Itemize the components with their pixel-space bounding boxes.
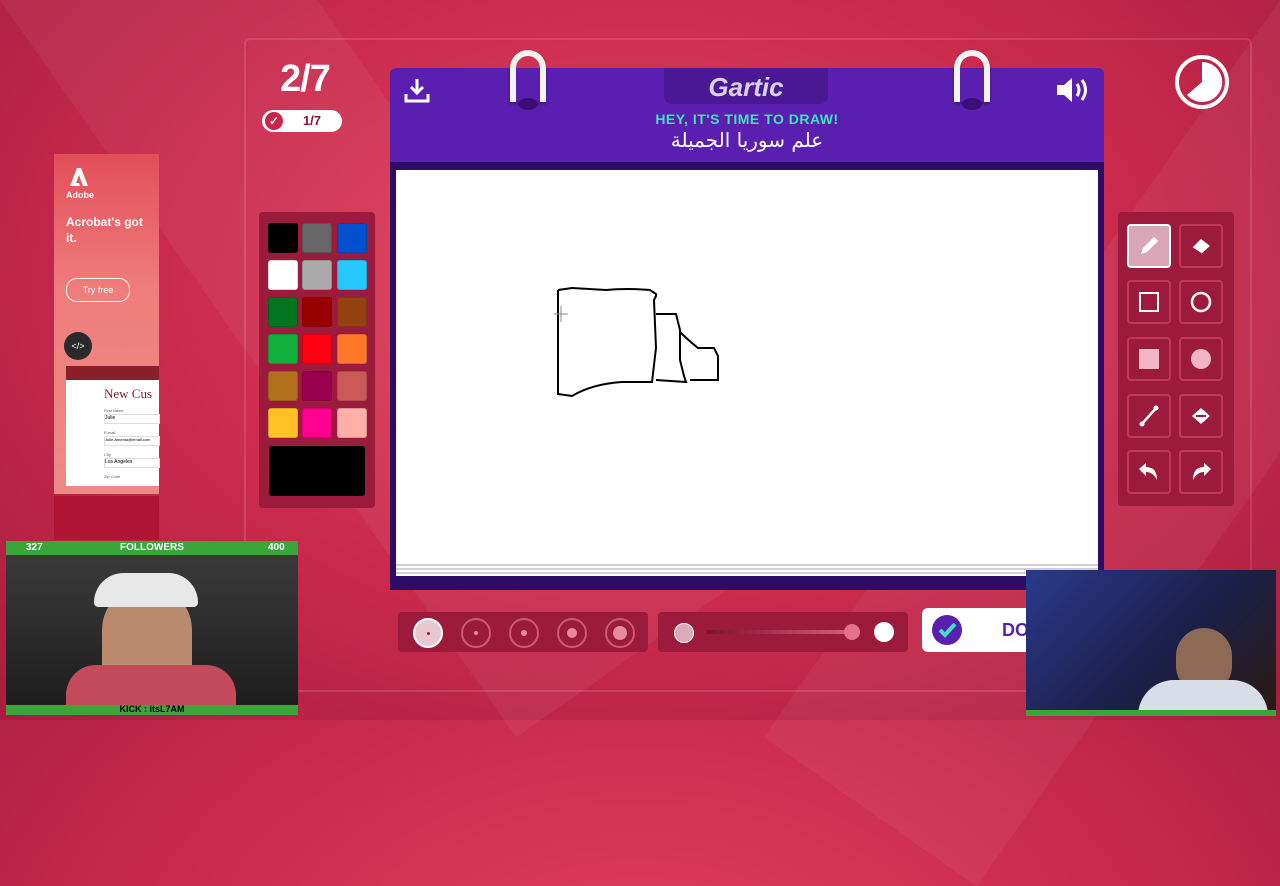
opacity-handle[interactable] bbox=[844, 624, 860, 640]
ad-headline: Acrobat's got it. bbox=[66, 215, 143, 245]
ad-field-value: Julie bbox=[104, 414, 160, 424]
color-swatch-burgundy[interactable] bbox=[302, 371, 332, 401]
pencil-icon bbox=[1141, 237, 1158, 254]
line-tool[interactable] bbox=[1127, 394, 1171, 438]
webcam-border bbox=[1026, 710, 1276, 716]
round-counter: 2/7 bbox=[280, 58, 331, 100]
followers-label: FOLLOWERS bbox=[120, 542, 184, 553]
adobe-logo-icon bbox=[68, 166, 90, 188]
followers-goal: 400 bbox=[268, 542, 285, 553]
color-swatch-salmon[interactable] bbox=[337, 371, 367, 401]
pencil-tool[interactable] bbox=[1127, 224, 1171, 268]
color-swatch-green[interactable] bbox=[268, 334, 298, 364]
circle-filled-tool[interactable] bbox=[1179, 337, 1223, 381]
brush-size-2[interactable] bbox=[461, 618, 491, 648]
streamer-cap bbox=[94, 573, 198, 607]
eraser-icon bbox=[1191, 239, 1210, 255]
color-swatch-orange[interactable] bbox=[337, 334, 367, 364]
embed-code-icon[interactable]: </> bbox=[64, 332, 92, 360]
word-to-draw: علم سوريا الجميلة bbox=[670, 128, 824, 152]
color-swatch-dark-red[interactable] bbox=[302, 297, 332, 327]
brush-size-bar bbox=[398, 612, 648, 652]
drawing-canvas[interactable] bbox=[396, 170, 1098, 562]
gartic-logo: Gartic bbox=[708, 72, 784, 102]
undo-button[interactable] bbox=[1127, 450, 1171, 494]
ad-field-label: First Name bbox=[104, 408, 124, 413]
ad-field-label: City bbox=[104, 452, 111, 457]
rectangle-filled-tool[interactable] bbox=[1127, 337, 1171, 381]
kick-banner: KICK : itsL7AM bbox=[6, 704, 298, 715]
check-icon: ✓ bbox=[265, 112, 283, 130]
color-swatch-light-gray[interactable] bbox=[302, 260, 332, 290]
color-swatch-black[interactable] bbox=[268, 223, 298, 253]
sketchbook-pages bbox=[396, 562, 1098, 576]
color-swatch-blue[interactable] bbox=[337, 223, 367, 253]
tool-panel bbox=[1118, 212, 1234, 506]
redo-icon bbox=[1193, 463, 1211, 480]
ad-footer bbox=[54, 496, 159, 540]
full-opacity-icon bbox=[874, 622, 894, 642]
second-webcam bbox=[1026, 570, 1276, 716]
eraser-tool[interactable] bbox=[1179, 224, 1223, 268]
color-swatch-red[interactable] bbox=[302, 334, 332, 364]
undo-icon bbox=[1139, 463, 1157, 480]
ad-field-label: E-mail bbox=[104, 430, 116, 435]
color-swatch-yellow[interactable] bbox=[268, 408, 298, 438]
color-swatch-pink[interactable] bbox=[302, 408, 332, 438]
drawing-strokes bbox=[554, 286, 719, 398]
done-button-label: DO bbox=[1002, 620, 1029, 640]
fill-bucket-tool[interactable] bbox=[1179, 394, 1223, 438]
square-outline-icon bbox=[1139, 292, 1159, 312]
ad-field-value: Los Angeles bbox=[104, 458, 160, 468]
brush-size-5[interactable] bbox=[605, 618, 635, 648]
color-swatch-light-pink[interactable] bbox=[337, 408, 367, 438]
paint-bucket-icon bbox=[1192, 408, 1210, 424]
advertisement-banner[interactable]: Adobe Acrobat's got it. Try free </> New… bbox=[54, 154, 160, 494]
color-swatch-brown[interactable] bbox=[337, 297, 367, 327]
brush-size-1[interactable] bbox=[413, 618, 443, 648]
kick-handle: KICK : itsL7AM bbox=[119, 704, 185, 714]
opacity-track[interactable] bbox=[706, 630, 852, 634]
ad-form-preview: New Cus First Name Julie E-mail Julie.Am… bbox=[66, 366, 160, 486]
opacity-slider-bar bbox=[658, 612, 908, 652]
streamer-webcam: KICK : itsL7AM bbox=[6, 555, 298, 715]
redo-button[interactable] bbox=[1179, 450, 1223, 494]
binder-ring-left bbox=[510, 50, 546, 110]
square-filled-icon bbox=[1139, 349, 1159, 369]
ad-cta-button[interactable]: Try free bbox=[66, 278, 130, 302]
brush-size-3[interactable] bbox=[509, 618, 539, 648]
followers-goal-bar: 327 FOLLOWERS 400 bbox=[6, 541, 298, 555]
circle-filled-icon bbox=[1191, 349, 1211, 369]
color-swatch-dark-green[interactable] bbox=[268, 297, 298, 327]
brush-size-4[interactable] bbox=[557, 618, 587, 648]
circle-outline-icon bbox=[1190, 291, 1212, 313]
low-opacity-icon bbox=[674, 623, 694, 643]
color-swatch-white[interactable] bbox=[268, 260, 298, 290]
speaker-icon[interactable] bbox=[1054, 74, 1092, 106]
ad-field-value: Julie.Amenta@email.com bbox=[104, 436, 160, 446]
color-palette bbox=[259, 212, 375, 508]
timer-icon bbox=[1174, 54, 1230, 110]
check-circle-icon bbox=[932, 615, 962, 645]
ad-brand: Adobe bbox=[66, 190, 94, 200]
ad-form-title: New Cus bbox=[104, 386, 153, 401]
players-done-count: 1/7 bbox=[302, 113, 322, 128]
color-swatch-gray[interactable] bbox=[302, 223, 332, 253]
color-swatch-cyan[interactable] bbox=[337, 260, 367, 290]
players-done-pill: ✓ 1/7 bbox=[262, 110, 342, 132]
current-color-preview bbox=[269, 446, 365, 496]
ad-field-label: Zip Code bbox=[104, 474, 121, 479]
draw-prompt-subtitle: HEY, IT'S TIME TO DRAW! bbox=[655, 111, 839, 127]
line-icon bbox=[1139, 405, 1159, 427]
binder-ring-right bbox=[954, 50, 990, 110]
rectangle-outline-tool[interactable] bbox=[1127, 280, 1171, 324]
color-swatch-ochre[interactable] bbox=[268, 371, 298, 401]
circle-outline-tool[interactable] bbox=[1179, 280, 1223, 324]
download-icon[interactable] bbox=[402, 76, 432, 106]
